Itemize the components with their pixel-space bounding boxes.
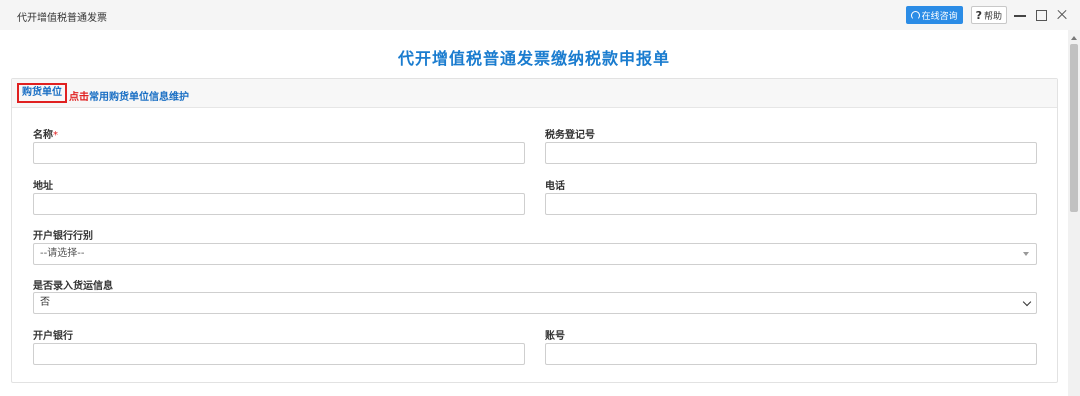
common-buyer-maintenance-link[interactable]: 点击常用购货单位信息维护 [69, 88, 189, 103]
caret-down-icon [1023, 252, 1029, 256]
name-label-text: 名称 [33, 130, 53, 141]
bank-field[interactable] [33, 343, 525, 365]
page-title: 代开增值税普通发票缴纳税款申报单 [397, 49, 670, 68]
address-field[interactable] [33, 193, 525, 215]
headset-icon [910, 10, 920, 20]
bank-type-label: 开户银行行别 [33, 231, 93, 242]
phone-field[interactable] [545, 193, 1037, 215]
title-bar: 代开增值税普通发票 在线咨询 ? 帮助 [0, 0, 1080, 30]
bank-label: 开户银行 [33, 331, 73, 342]
panel-header: 购货单位 点击常用购货单位信息维护 [12, 79, 1057, 108]
bank-type-value: --请选择-- [40, 248, 85, 259]
online-consult-button[interactable]: 在线咨询 [905, 6, 963, 24]
question-icon: ? [975, 8, 982, 22]
link-click-text: 点击 [69, 92, 89, 103]
help-label: 帮助 [983, 11, 1002, 22]
bank-type-select[interactable]: --请选择-- [33, 243, 1037, 265]
freight-info-select[interactable]: 否 [33, 292, 1037, 314]
tax-id-label: 税务登记号 [545, 130, 595, 141]
account-label: 账号 [545, 331, 565, 342]
freight-info-label: 是否录入货运信息 [33, 281, 113, 292]
close-icon[interactable] [1054, 7, 1070, 23]
name-field[interactable] [33, 142, 525, 164]
scroll-up-icon[interactable] [1071, 36, 1077, 40]
freight-info-value: 否 [40, 297, 50, 308]
account-field[interactable] [545, 343, 1037, 365]
required-mark: * [53, 130, 58, 141]
maximize-icon[interactable] [1033, 7, 1049, 23]
name-label: 名称* [33, 126, 58, 141]
tab-buyer-unit[interactable]: 购货单位 [17, 83, 67, 103]
minimize-icon[interactable] [1012, 7, 1028, 23]
link-main-text: 常用购货单位信息维护 [89, 92, 189, 103]
scrollbar-thumb[interactable] [1070, 44, 1078, 212]
vertical-scrollbar[interactable] [1068, 30, 1080, 396]
online-consult-label: 在线咨询 [921, 11, 958, 22]
chevron-down-icon [1022, 297, 1032, 307]
tax-id-field[interactable] [545, 142, 1037, 164]
buyer-info-panel: 购货单位 点击常用购货单位信息维护 名称* 税务登记号 地址 电话 开户银行行别… [11, 78, 1058, 383]
address-label: 地址 [33, 181, 53, 192]
phone-label: 电话 [545, 181, 565, 192]
window-title: 代开增值税普通发票 [17, 13, 107, 24]
help-button[interactable]: ? 帮助 [970, 6, 1007, 24]
title-bar-actions: 在线咨询 ? 帮助 [905, 6, 1070, 24]
